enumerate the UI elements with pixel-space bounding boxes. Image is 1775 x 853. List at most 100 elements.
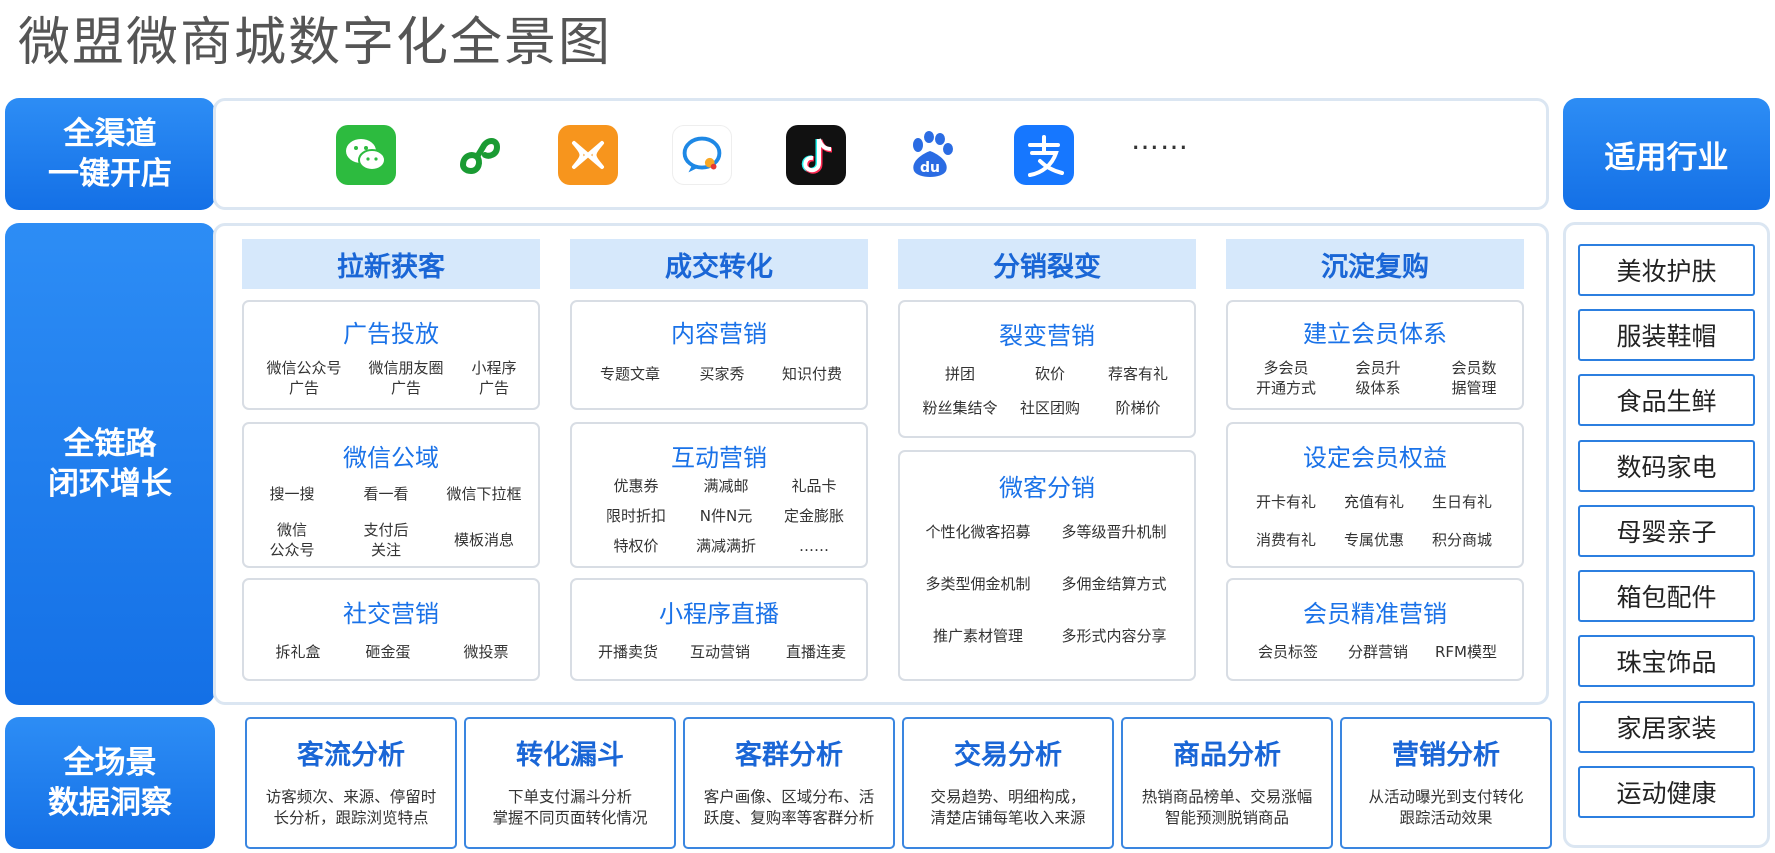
card-item: …… bbox=[799, 537, 829, 555]
card-item: 荐客有礼 bbox=[1107, 365, 1169, 383]
card-title: 微客分销 bbox=[999, 474, 1095, 502]
card-item: N件N元 bbox=[699, 507, 753, 525]
industry-item[interactable]: 珠宝饰品 bbox=[1578, 635, 1755, 687]
feature-card: 设定会员权益 开卡有礼 充值有礼 生日有礼 消费有礼 专属优惠 积分商城 bbox=[1226, 422, 1524, 568]
analytics-desc: 热销商品榜单、交易涨幅 智能预测脱销商品 bbox=[1141, 788, 1313, 827]
card-item: 专属优惠 bbox=[1343, 531, 1405, 549]
card-item: 多佣金结算方式 bbox=[1061, 575, 1167, 593]
feature-card: 小程序直播 开播卖货 互动营销 直播连麦 bbox=[570, 578, 868, 681]
feature-card: 广告投放 微信公众号 广告 微信朋友圈 广告 小程序 广告 bbox=[242, 300, 540, 410]
card-item: 支付后 关注 bbox=[363, 521, 409, 559]
card-item: 知识付费 bbox=[781, 365, 843, 383]
baidu-icon[interactable]: du bbox=[900, 125, 960, 185]
feature-card: 微信公域 搜一搜 看一看 微信下拉框 微信 公众号 支付后 关注 模板消息 bbox=[242, 422, 540, 568]
analytics-desc: 从活动曝光到支付转化 跟踪活动效果 bbox=[1368, 788, 1524, 827]
card-item: 开卡有礼 bbox=[1255, 493, 1317, 511]
card-item: 优惠券 bbox=[613, 477, 659, 495]
card-title: 广告投放 bbox=[343, 320, 439, 348]
card-item: 微投票 bbox=[463, 643, 509, 661]
card-title: 互动营销 bbox=[671, 444, 767, 472]
feature-card: 会员精准营销 会员标签 分群营销 RFM模型 bbox=[1226, 578, 1524, 681]
industry-item[interactable]: 服装鞋帽 bbox=[1578, 309, 1755, 361]
qq-chat-icon[interactable] bbox=[672, 125, 732, 185]
douyin-icon[interactable] bbox=[786, 125, 846, 185]
industry-item[interactable]: 运动健康 bbox=[1578, 766, 1755, 818]
card-item: 微信下拉框 bbox=[446, 485, 522, 503]
industry-item[interactable]: 食品生鲜 bbox=[1578, 374, 1755, 426]
card-item: 定金膨胀 bbox=[783, 507, 845, 525]
card-item: 买家秀 bbox=[699, 365, 745, 383]
card-item: 多等级晋升机制 bbox=[1061, 523, 1167, 541]
card-item: 满减邮 bbox=[703, 477, 749, 495]
card-item: 微信 公众号 bbox=[269, 521, 315, 559]
card-title: 内容营销 bbox=[671, 320, 767, 348]
card-item: 会员升 级体系 bbox=[1355, 359, 1401, 397]
feature-card: 裂变营销 拼团 砍价 荐客有礼 粉丝集结令 社区团购 阶梯价 bbox=[898, 300, 1196, 438]
card-item: 礼品卡 bbox=[791, 477, 837, 495]
card-item: 推广素材管理 bbox=[932, 627, 1024, 645]
card-item: 多会员 开通方式 bbox=[1255, 359, 1317, 397]
analytics-card: 客流分析 访客频次、来源、停留时 长分析，跟踪浏览特点 bbox=[245, 717, 457, 849]
industry-item[interactable]: 家居家装 bbox=[1578, 701, 1755, 753]
industries-header: 适用行业 bbox=[1563, 98, 1770, 210]
feature-card: 互动营销 优惠券 满减邮 礼品卡 限时折扣 N件N元 定金膨胀 特权价 满减满折… bbox=[570, 422, 868, 568]
card-item: 限时折扣 bbox=[605, 507, 667, 525]
section-label-growth: 全链路 闭环增长 bbox=[5, 223, 215, 705]
analytics-desc: 下单支付漏斗分析 掌握不同页面转化情况 bbox=[492, 788, 648, 827]
analytics-desc: 客户画像、区域分布、活 跃度、复购率等客群分析 bbox=[703, 788, 875, 827]
analytics-title: 客流分析 bbox=[297, 740, 405, 771]
industry-item[interactable]: 母婴亲子 bbox=[1578, 505, 1755, 557]
analytics-card: 转化漏斗 下单支付漏斗分析 掌握不同页面转化情况 bbox=[464, 717, 676, 849]
card-item: 微信公众号 广告 bbox=[266, 359, 342, 397]
section-label-line: 全场景 bbox=[63, 745, 157, 781]
more-channels-indicator: …… bbox=[1131, 123, 1189, 156]
card-item: 阶梯价 bbox=[1115, 399, 1161, 417]
analytics-desc: 交易趋势、明细构成， 清楚店铺每笔收入来源 bbox=[930, 788, 1086, 827]
card-item: 砍价 bbox=[1034, 365, 1066, 383]
section-label-line: 全渠道 bbox=[63, 116, 157, 152]
card-title: 建立会员体系 bbox=[1303, 320, 1447, 348]
feature-card: 内容营销 专题文章 买家秀 知识付费 bbox=[570, 300, 868, 410]
card-item: 专题文章 bbox=[599, 365, 661, 383]
section-label-line: 全链路 bbox=[63, 426, 157, 462]
card-item: 个性化微客招募 bbox=[925, 523, 1031, 541]
card-item: 粉丝集结令 bbox=[922, 399, 998, 417]
wechat-icon[interactable] bbox=[336, 125, 396, 185]
card-item: 消费有礼 bbox=[1255, 531, 1317, 549]
card-item: 搜一搜 bbox=[269, 485, 315, 503]
column-header: 成交转化 bbox=[570, 239, 868, 289]
alipay-icon[interactable] bbox=[1014, 125, 1074, 185]
card-title: 社交营销 bbox=[343, 600, 439, 628]
card-item: 充值有礼 bbox=[1343, 493, 1405, 511]
analytics-card: 交易分析 交易趋势、明细构成， 清楚店铺每笔收入来源 bbox=[902, 717, 1114, 849]
industry-item[interactable]: 箱包配件 bbox=[1578, 570, 1755, 622]
card-item: 小程序 广告 bbox=[471, 359, 517, 397]
card-item: 拼团 bbox=[944, 365, 976, 383]
card-item: 模板消息 bbox=[453, 531, 515, 549]
card-item: 互动营销 bbox=[689, 643, 751, 661]
card-item: 砸金蛋 bbox=[365, 643, 411, 661]
card-item: 满减满折 bbox=[695, 537, 757, 555]
svg-text:du: du bbox=[920, 160, 940, 176]
section-label-line: 闭环增长 bbox=[48, 466, 172, 502]
mini-program-icon[interactable] bbox=[449, 125, 509, 185]
card-title: 会员精准营销 bbox=[1303, 600, 1447, 628]
section-label-channels: 全渠道 一键开店 bbox=[5, 98, 215, 210]
column-header: 拉新获客 bbox=[242, 239, 540, 289]
card-item: 生日有礼 bbox=[1431, 493, 1493, 511]
analytics-card: 商品分析 热销商品榜单、交易涨幅 智能预测脱销商品 bbox=[1121, 717, 1333, 849]
analytics-title: 商品分析 bbox=[1173, 740, 1281, 771]
weimob-icon[interactable] bbox=[558, 125, 618, 185]
feature-card: 微客分销 个性化微客招募 多等级晋升机制 多类型佣金机制 多佣金结算方式 推广素… bbox=[898, 450, 1196, 681]
industry-item[interactable]: 美妆护肤 bbox=[1578, 244, 1755, 296]
section-label-insight: 全场景 数据洞察 bbox=[5, 717, 215, 849]
card-title: 裂变营销 bbox=[999, 322, 1095, 350]
analytics-title: 客群分析 bbox=[735, 740, 843, 771]
analytics-title: 转化漏斗 bbox=[516, 740, 624, 771]
analytics-card: 客群分析 客户画像、区域分布、活 跃度、复购率等客群分析 bbox=[683, 717, 895, 849]
section-label-line: 一键开店 bbox=[48, 156, 172, 192]
card-title: 设定会员权益 bbox=[1303, 444, 1447, 472]
card-item: 积分商城 bbox=[1431, 531, 1493, 549]
industry-item[interactable]: 数码家电 bbox=[1578, 440, 1755, 492]
card-item: 看一看 bbox=[363, 485, 409, 503]
